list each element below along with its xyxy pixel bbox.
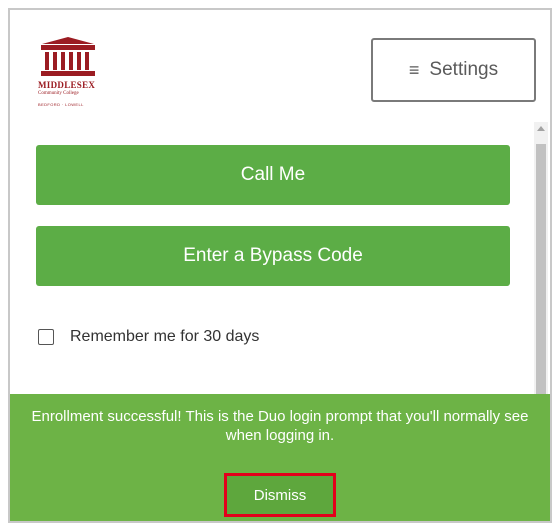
- logo-name: MIDDLESEX: [38, 80, 96, 90]
- scrollbar[interactable]: [534, 122, 548, 402]
- settings-button[interactable]: ≡ Settings: [371, 38, 536, 102]
- enrollment-banner: Enrollment successful! This is the Duo l…: [10, 394, 550, 521]
- scroll-up-arrow-icon[interactable]: [537, 126, 545, 131]
- logo-location: BEDFORD · LOWELL: [38, 102, 84, 107]
- college-logo: MIDDLESEX Community College BEDFORD · LO…: [38, 36, 138, 116]
- remember-me-checkbox[interactable]: [38, 329, 54, 345]
- hamburger-icon: ≡: [408, 59, 420, 80]
- call-me-button[interactable]: Call Me: [36, 145, 510, 205]
- remember-me-label: Remember me for 30 days: [70, 328, 260, 345]
- settings-label: Settings: [429, 59, 499, 80]
- banner-message: Enrollment successful! This is the Duo l…: [31, 408, 529, 444]
- building-icon: [41, 37, 95, 76]
- dismiss-button[interactable]: Dismiss: [224, 473, 336, 517]
- logo-subtitle: Community College: [38, 91, 79, 96]
- duo-prompt-frame: MIDDLESEX Community College BEDFORD · LO…: [8, 8, 552, 523]
- remember-me-row[interactable]: Remember me for 30 days: [38, 328, 259, 346]
- scroll-thumb[interactable]: [536, 144, 546, 402]
- bypass-code-button[interactable]: Enter a Bypass Code: [36, 226, 510, 286]
